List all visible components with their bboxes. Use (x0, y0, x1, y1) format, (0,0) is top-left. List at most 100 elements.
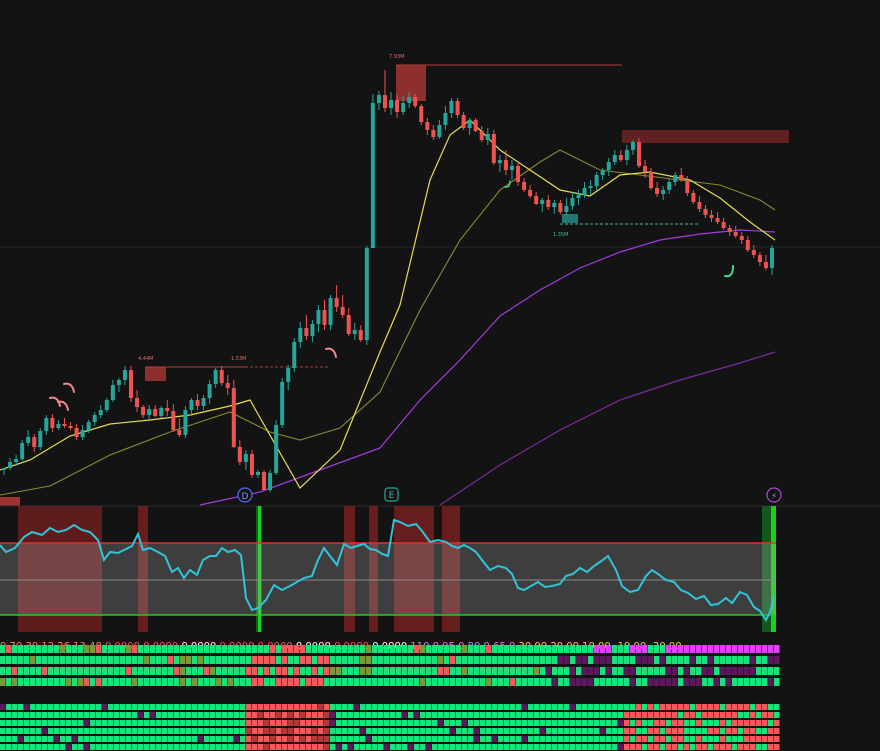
heatmap-cell (48, 744, 54, 750)
heatmap-cell (354, 656, 360, 664)
heatmap-cell (342, 704, 348, 710)
heatmap-cell (192, 656, 198, 664)
heatmap-cell (402, 656, 408, 664)
heatmap-cell (276, 656, 282, 664)
heatmap-cell (642, 728, 648, 734)
demand-zone (562, 214, 578, 223)
heatmap-cell (552, 678, 558, 686)
heatmap-cell (126, 704, 132, 710)
heatmap-cell (606, 678, 612, 686)
heatmap-cell (624, 656, 630, 664)
heatmap-cell (156, 744, 162, 750)
heatmap-cell (360, 736, 366, 742)
heatmap-cell (714, 728, 720, 734)
heatmap-cell (702, 736, 708, 742)
heatmap-cell (132, 744, 138, 750)
heatmap-cell (318, 728, 324, 734)
heatmap-cell (666, 704, 672, 710)
heatmap-cell (270, 720, 276, 726)
heatmap-cell (48, 736, 54, 742)
heatmap-cell (360, 678, 366, 686)
candle-body (673, 175, 678, 182)
heatmap-cell (576, 720, 582, 726)
heatmap-cell (30, 656, 36, 664)
event-marker-earnings[interactable]: E (384, 487, 399, 502)
heatmap-cell (78, 720, 84, 726)
candle-body (643, 166, 648, 172)
heatmap-cell (300, 704, 306, 710)
heatmap-cell (294, 728, 300, 734)
heatmap-cell (132, 656, 138, 664)
heatmap-cell (690, 704, 696, 710)
heatmap-cell (468, 720, 474, 726)
heatmap-cell (444, 656, 450, 664)
heatmap-cell (246, 645, 252, 653)
candle-body (292, 342, 297, 368)
candle-body (110, 385, 115, 400)
heatmap-cell (414, 656, 420, 664)
heatmap-cell (216, 712, 222, 718)
heatmap-cell (726, 645, 732, 653)
heatmap-cell (282, 712, 288, 718)
heatmap-cell (48, 678, 54, 686)
heatmap-cell (774, 678, 780, 686)
heatmap-cell (570, 712, 576, 718)
heatmap-cell (612, 736, 618, 742)
heatmap-cell (294, 678, 300, 686)
heatmap-cell (498, 728, 504, 734)
heatmap-cell (312, 667, 318, 675)
heatmap-cell (726, 656, 732, 664)
heatmap-cell (438, 728, 444, 734)
heatmap-cell (300, 712, 306, 718)
heatmap-cell (30, 736, 36, 742)
heatmap-cell (342, 720, 348, 726)
heatmap-cell (288, 704, 294, 710)
heatmap-cell (216, 704, 222, 710)
heatmap-cell (384, 712, 390, 718)
heatmap-cell (30, 712, 36, 718)
heatmap-cell (462, 736, 468, 742)
heatmap-cell (510, 656, 516, 664)
heatmap-cell (606, 704, 612, 710)
heatmap-cell (174, 667, 180, 675)
heatmap-cell (90, 678, 96, 686)
heatmap-cell (264, 704, 270, 710)
heatmap-cell (504, 728, 510, 734)
event-marker-dividend[interactable]: D (237, 487, 253, 503)
event-marker-flash[interactable]: ⚡ (766, 487, 782, 503)
heatmap-cell (522, 704, 528, 710)
heatmap-cell (342, 678, 348, 686)
candle-body (141, 407, 146, 415)
heatmap-cell (156, 720, 162, 726)
heatmap-cell (444, 667, 450, 675)
heatmap-cell (66, 656, 72, 664)
heatmap-cell (630, 728, 636, 734)
heatmap-cell (534, 720, 540, 726)
heatmap-cell (342, 712, 348, 718)
heatmap-cell (408, 744, 414, 750)
heatmap-cell (324, 656, 330, 664)
heatmap-cell (450, 645, 456, 653)
heatmap-cell (642, 678, 648, 686)
heatmap-cell (216, 744, 222, 750)
heatmap-cell (462, 728, 468, 734)
heatmap-cell (222, 712, 228, 718)
heatmap-cell (510, 712, 516, 718)
heatmap-cell (198, 744, 204, 750)
candle-body (588, 186, 593, 188)
heatmap-cell (726, 728, 732, 734)
heatmap-cell (612, 645, 618, 653)
heatmap-cell (24, 728, 30, 734)
heatmap-cell (252, 728, 258, 734)
heatmap-cell (408, 728, 414, 734)
heatmap-cell (666, 656, 672, 664)
heatmap-cell (582, 704, 588, 710)
heatmap-cell (636, 667, 642, 675)
heatmap-cell (354, 678, 360, 686)
heatmap-cell (762, 728, 768, 734)
heatmap-cell (222, 678, 228, 686)
heatmap-cell (456, 720, 462, 726)
heatmap-cell (270, 744, 276, 750)
heatmap-cell (288, 656, 294, 664)
heatmap-cell (402, 678, 408, 686)
